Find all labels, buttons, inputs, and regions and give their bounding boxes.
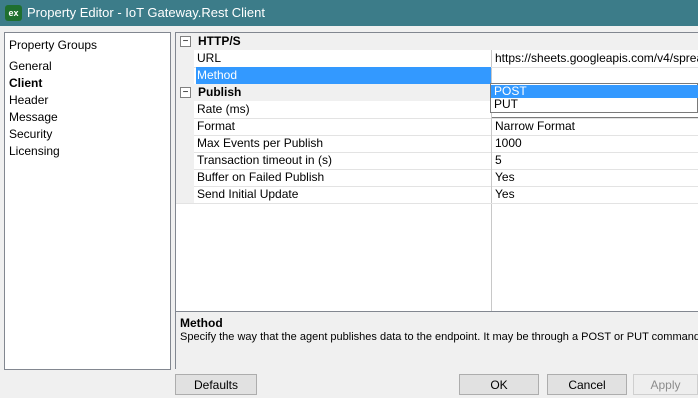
description-text: Specify the way that the agent publishes…: [180, 331, 698, 343]
property-name[interactable]: Method: [196, 67, 491, 84]
sidebar-item-message[interactable]: Message: [9, 110, 58, 124]
sidebar-item-security[interactable]: Security: [9, 127, 52, 141]
defaults-button[interactable]: Defaults: [175, 374, 257, 395]
row-gutter: [176, 101, 194, 118]
description-panel: Method Specify the way that the agent pu…: [175, 311, 698, 369]
property-value[interactable]: Yes: [491, 169, 698, 186]
window-title: Property Editor - IoT Gateway.Rest Clien…: [27, 5, 265, 20]
row-gutter: [176, 135, 194, 152]
sidebar-item-client[interactable]: Client: [9, 76, 42, 90]
ok-button[interactable]: OK: [459, 374, 539, 395]
property-row-initial-update[interactable]: Send Initial Update Yes: [176, 186, 698, 204]
property-name[interactable]: Max Events per Publish: [196, 135, 491, 152]
row-gutter: [176, 67, 194, 84]
property-row-max-events[interactable]: Max Events per Publish 1000: [176, 135, 698, 153]
property-row-timeout[interactable]: Transaction timeout in (s) 5: [176, 152, 698, 170]
property-value[interactable]: 5: [491, 152, 698, 169]
property-name[interactable]: Transaction timeout in (s): [196, 152, 491, 169]
category-label: HTTP/S: [198, 34, 241, 48]
collapse-icon[interactable]: −: [180, 36, 191, 47]
property-row-url[interactable]: URL https://sheets.googleapis.com/v4/spr…: [176, 50, 698, 68]
description-title: Method: [180, 316, 223, 330]
row-gutter: [176, 186, 194, 203]
property-value[interactable]: https://sheets.googleapis.com/v4/spreads…: [491, 50, 698, 67]
property-name[interactable]: Send Initial Update: [196, 186, 491, 203]
property-value[interactable]: Yes: [491, 186, 698, 203]
sidebar-item-general[interactable]: General: [9, 59, 52, 73]
apply-button[interactable]: Apply: [633, 374, 698, 395]
property-name[interactable]: Buffer on Failed Publish: [196, 169, 491, 186]
method-dropdown-list: POST PUT: [490, 83, 698, 113]
title-bar: ex Property Editor - IoT Gateway.Rest Cl…: [0, 0, 698, 26]
property-value[interactable]: 1000: [491, 135, 698, 152]
property-groups-panel: Property Groups General Client Header Me…: [4, 32, 171, 370]
sidebar-item-header[interactable]: Header: [9, 93, 48, 107]
row-gutter: [176, 169, 194, 186]
category-https: − HTTP/S: [176, 33, 698, 50]
row-gutter: [176, 118, 194, 135]
property-value[interactable]: Narrow Format: [491, 118, 698, 135]
property-name[interactable]: Rate (ms): [196, 101, 491, 118]
app-icon: ex: [5, 5, 22, 21]
row-gutter: [176, 50, 194, 67]
property-row-format[interactable]: Format Narrow Format: [176, 118, 698, 136]
row-gutter: [176, 152, 194, 169]
property-name[interactable]: Format: [196, 118, 491, 135]
collapse-icon[interactable]: −: [180, 87, 191, 98]
property-row-buffer[interactable]: Buffer on Failed Publish Yes: [176, 169, 698, 187]
sidebar-item-licensing[interactable]: Licensing: [9, 144, 60, 158]
category-label: Publish: [198, 85, 242, 99]
cancel-button[interactable]: Cancel: [547, 374, 627, 395]
dropdown-option-put[interactable]: PUT: [491, 98, 698, 111]
property-name[interactable]: URL: [196, 50, 491, 67]
property-grid: − HTTP/S URL https://sheets.googleapis.c…: [175, 32, 698, 311]
dropdown-option-post[interactable]: POST: [491, 85, 698, 98]
property-groups-header: Property Groups: [9, 38, 98, 52]
